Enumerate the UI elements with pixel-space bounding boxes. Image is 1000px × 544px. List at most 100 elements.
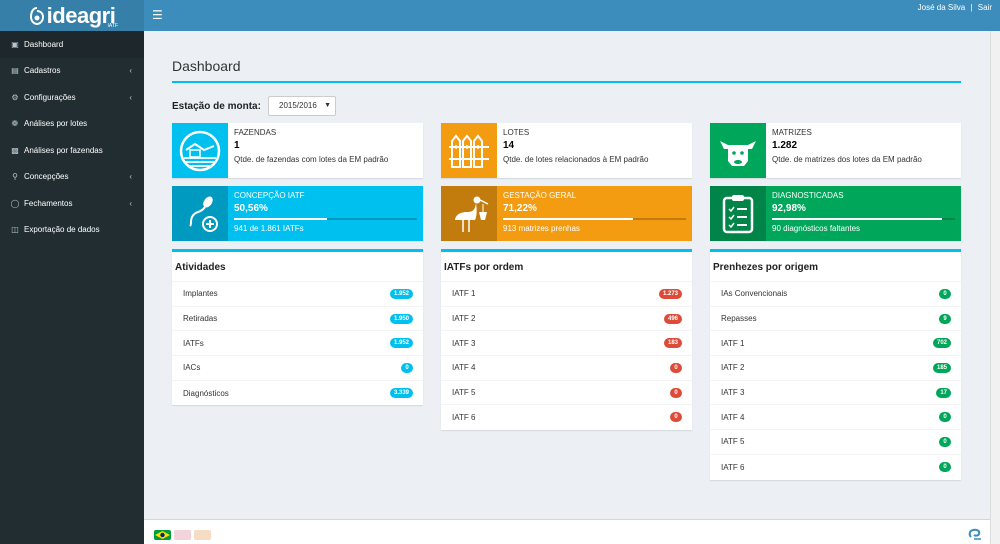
- list-item: IATF 1 702: [710, 331, 961, 357]
- list-item-label: IATF 5: [721, 437, 745, 447]
- sperm-icon: [172, 186, 228, 241]
- panel-iatfs-por-ordem: IATFs por ordem IATF 1 1.273 IATF 2 496 IA…: [441, 249, 692, 431]
- sidebar-item-cadastros[interactable]: ▤ Cadastros ‹: [0, 58, 144, 85]
- list-item: Repasses 9: [710, 307, 961, 332]
- info-box-matrizes: MATRIZES 1.282 Qtde. de matrizes dos lot…: [710, 123, 961, 178]
- season-select-value: 2015/2016: [279, 101, 317, 110]
- chevron-left-icon: ‹: [129, 92, 132, 102]
- stat-progress-bar: [772, 218, 955, 220]
- list-item-label: Repasses: [721, 314, 757, 324]
- chevron-left-icon: ‹: [129, 172, 132, 182]
- user-name-link[interactable]: José da Silva: [918, 3, 966, 12]
- list-item-label: IATFs: [183, 338, 204, 348]
- info-box-desc: Qtde. de lotes relacionados à EM padrão: [503, 155, 649, 164]
- sidebar-item-analises-fazendas[interactable]: ▩ Análises por fazendas: [0, 137, 144, 164]
- list-item: IATF 4 0: [710, 405, 961, 431]
- concepcao-icon: ⚲: [12, 172, 18, 182]
- panel-title: Prenhezes por origem: [710, 252, 961, 282]
- stat-box-desc: 913 matrizes prenhas: [503, 224, 580, 233]
- list-item: IATF 3 17: [710, 381, 961, 406]
- help-icon[interactable]: [968, 528, 982, 540]
- list-item: IATF 4 0: [441, 356, 692, 381]
- stat-box-value: 71,22%: [503, 203, 537, 214]
- sidebar-item-label: Exportação de dados: [24, 225, 100, 235]
- stat-box-concepcao: CONCEPÇÃO IATF 50,56% 941 de 1.861 IATFs: [172, 186, 423, 241]
- info-box-label: LOTES: [503, 128, 530, 137]
- count-badge: 1.952: [389, 338, 413, 349]
- count-badge: 1.952: [389, 289, 413, 299]
- sidebar-item-concepcoes[interactable]: ⚲ Concepções ‹: [0, 164, 144, 191]
- hamburger-icon[interactable]: ☰: [152, 9, 163, 21]
- stat-box-value: 92,98%: [772, 203, 806, 214]
- sidebar-item-dashboard[interactable]: ▣ Dashboard: [0, 31, 144, 58]
- count-badge: 496: [663, 313, 682, 324]
- cogs-icon: ⚙: [11, 92, 19, 102]
- usa-flag-icon[interactable]: [174, 530, 191, 540]
- list-item-label: IATF 2: [721, 363, 745, 373]
- spain-flag-icon[interactable]: [194, 530, 211, 540]
- count-badge: 0: [939, 461, 951, 472]
- list-item: IATF 2 496: [441, 307, 692, 332]
- info-box-value: 1: [234, 140, 240, 151]
- farm-icon: [172, 123, 228, 178]
- stat-box-label: DIAGNOSTICADAS: [772, 191, 844, 200]
- sidebar-item-analises-lotes[interactable]: ❁ Análises por lotes: [0, 111, 144, 138]
- count-badge: 9: [939, 313, 951, 324]
- sidebar-item-label: Fechamentos: [24, 198, 73, 208]
- page-title: Dashboard: [172, 58, 241, 74]
- list-item-label: IATF 1: [721, 338, 745, 348]
- paw-icon: ❁: [11, 119, 19, 129]
- list-item-label: Retiradas: [183, 314, 218, 324]
- count-badge: 0: [939, 289, 951, 299]
- list-item: IATFs 1.952: [172, 331, 423, 357]
- list-item-label: IATF 4: [721, 412, 745, 422]
- count-badge: 0: [670, 363, 682, 374]
- footer: [144, 519, 990, 544]
- list-item-label: IATF 6: [721, 462, 745, 472]
- stat-progress-bar: [234, 218, 417, 220]
- sidebar-item-label: Concepções: [24, 172, 69, 182]
- panel-atividades: Atividades Implantes 1.952 Retiradas 1.950…: [172, 249, 423, 406]
- sidebar: ▣ Dashboard ▤ Cadastros ‹ ⚙ Configuraçõe…: [0, 31, 144, 544]
- list-item: IATF 6 0: [710, 455, 961, 480]
- info-box-lotes: LOTES 14 Qtde. de lotes relacionados à E…: [441, 123, 692, 178]
- logo[interactable]: ideagri IATF: [0, 0, 144, 31]
- count-badge: 0: [670, 412, 682, 423]
- count-badge: 0: [670, 387, 682, 398]
- brazil-flag-icon[interactable]: [154, 530, 171, 540]
- stat-box-diagnosticadas: DIAGNOSTICADAS 92,98% 90 diagnósticos fa…: [710, 186, 961, 241]
- list-item-label: IATF 3: [721, 388, 745, 398]
- list-item-label: IACs: [183, 363, 201, 373]
- list-item: Diagnósticos 3.339: [172, 381, 423, 406]
- chevron-left-icon: ‹: [129, 198, 132, 208]
- chevron-left-icon: ‹: [129, 66, 132, 76]
- stat-box-gestacao: GESTAÇÃO GERAL 71,22% 913 matrizes prenh…: [441, 186, 692, 241]
- season-label: Estação de monta:: [172, 101, 261, 112]
- sidebar-item-configuracoes[interactable]: ⚙ Configurações ‹: [0, 84, 144, 111]
- list-item-label: IATF 5: [452, 388, 476, 398]
- fence-icon: [441, 123, 497, 178]
- info-box-label: MATRIZES: [772, 128, 812, 137]
- logout-link[interactable]: Sair: [978, 3, 992, 12]
- stat-box-desc: 941 de 1.861 IATFs: [234, 224, 304, 233]
- logo-text: ideagri: [46, 2, 116, 28]
- list-item: IATF 3 183: [441, 331, 692, 357]
- list-item: Implantes 1.952: [172, 282, 423, 307]
- list-item-label: IATF 6: [452, 413, 476, 423]
- stat-progress-fill: [772, 218, 943, 220]
- file-icon: ▤: [11, 66, 19, 76]
- season-select[interactable]: 2015/2016 ▼: [268, 96, 336, 116]
- sidebar-item-fechamentos[interactable]: ◯ Fechamentos ‹: [0, 190, 144, 217]
- stat-progress-bar: [503, 218, 686, 220]
- scrollbar[interactable]: [990, 31, 1000, 544]
- panel-title: IATFs por ordem: [441, 252, 692, 282]
- stat-progress-fill: [234, 218, 327, 220]
- stat-box-label: GESTAÇÃO GERAL: [503, 191, 577, 200]
- sidebar-item-exportacao[interactable]: ◫ Exportação de dados: [0, 217, 144, 244]
- list-item: IATF 2 185: [710, 356, 961, 381]
- title-divider: [172, 81, 961, 83]
- user-area: José da Silva | Sair: [915, 3, 992, 12]
- list-item: IATF 1 1.273: [441, 282, 692, 307]
- sidebar-item-label: Análises por fazendas: [24, 145, 103, 155]
- stat-box-value: 50,56%: [234, 203, 268, 214]
